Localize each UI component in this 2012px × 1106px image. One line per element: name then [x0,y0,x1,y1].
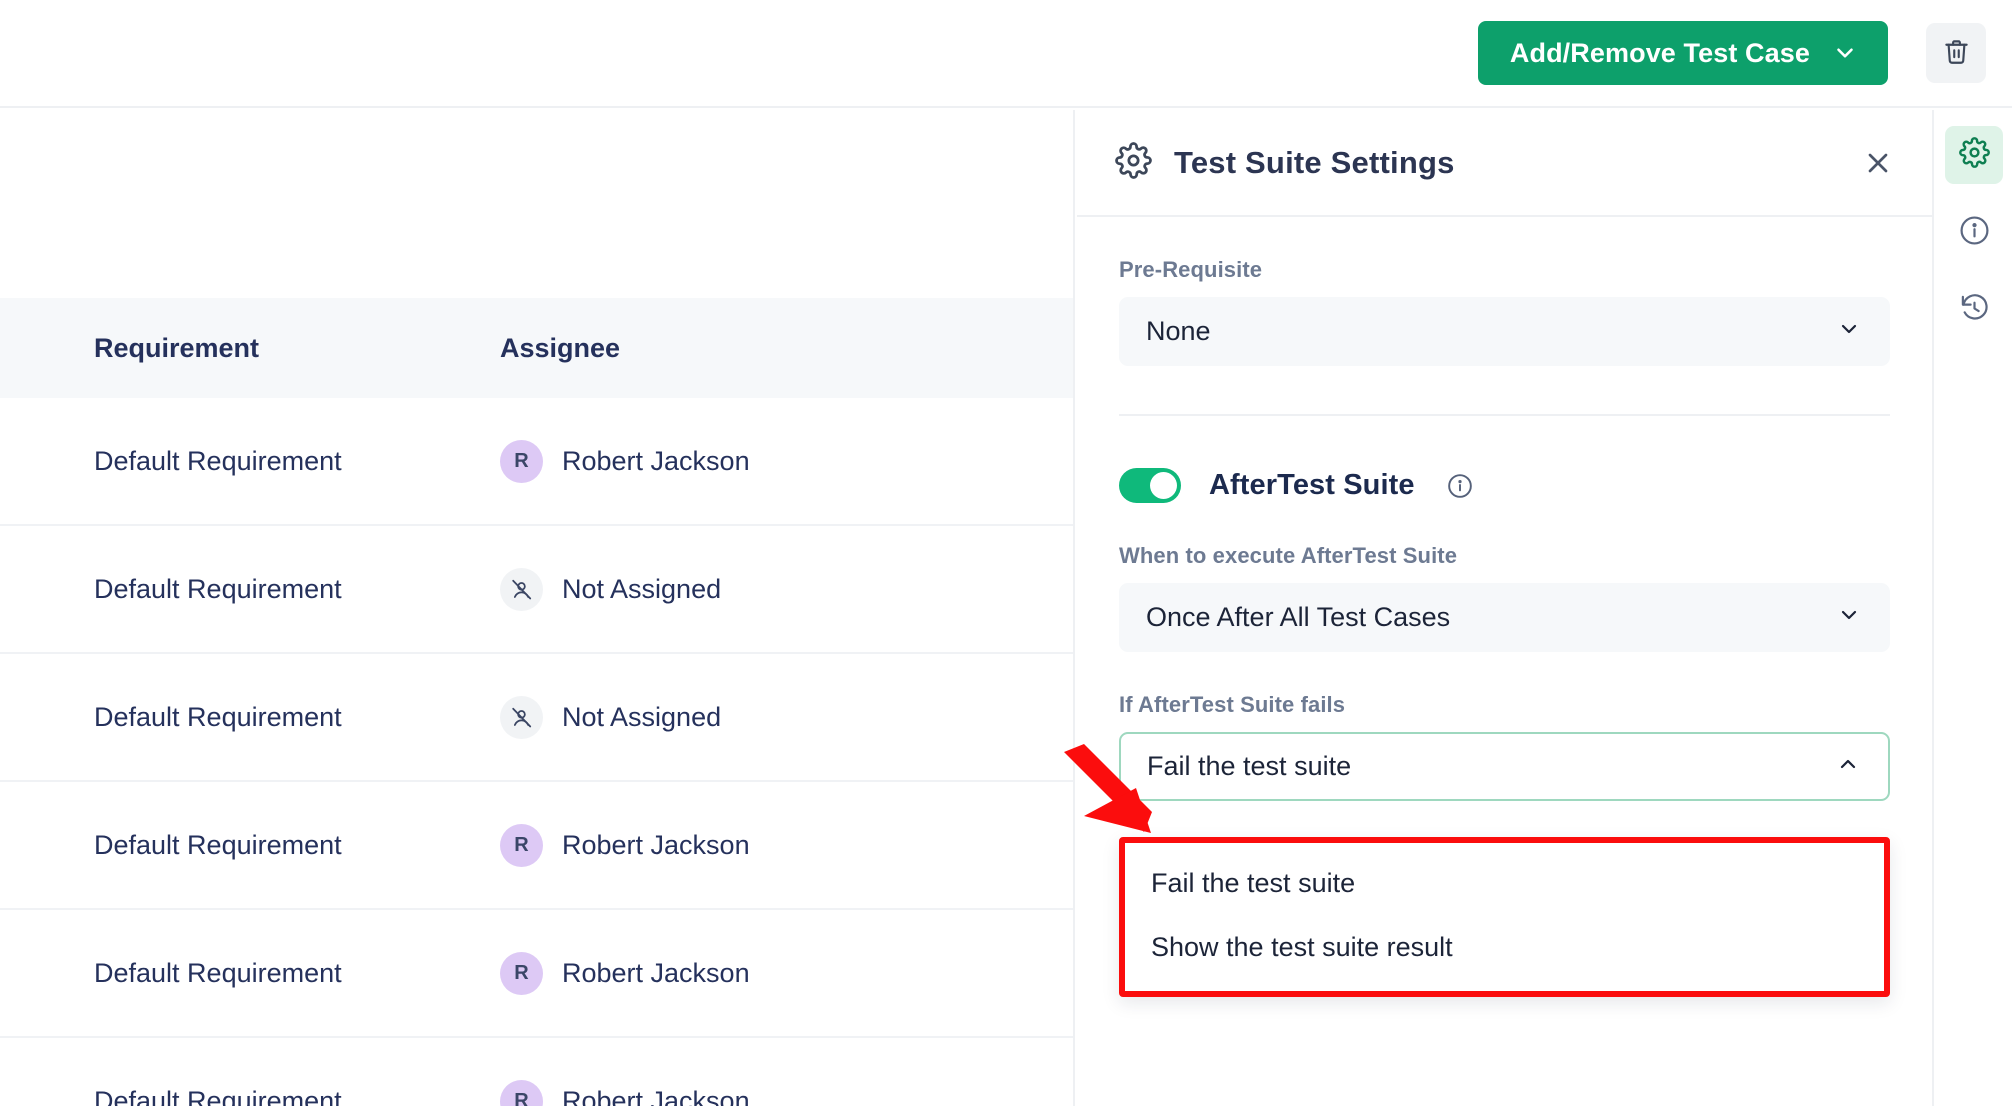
cell-requirement: Default Requirement [94,701,342,732]
prerequisite-group: Pre-Requisite None [1119,257,1890,366]
when-to-execute-label: When to execute AfterTest Suite [1119,543,1458,568]
chevron-up-icon [1836,752,1860,781]
when-to-execute-select[interactable]: Once After All Test Cases [1119,583,1890,652]
cell-assignee: Not Assigned [500,695,1073,739]
when-to-execute-value: Once After All Test Cases [1146,602,1451,632]
add-remove-test-case-button[interactable]: Add/Remove Test Case [1477,21,1888,85]
cell-requirement: Default Requirement [94,829,342,860]
gear-icon [1115,141,1152,184]
info-icon[interactable] [1447,473,1473,499]
assignee-name: Not Assigned [562,573,722,604]
table-row[interactable]: Default Requirement R Robert Jackson [0,910,1073,1038]
if-fails-value: Fail the test suite [1147,751,1352,781]
aftertest-suite-toggle[interactable] [1119,468,1181,503]
avatar: R [500,439,543,483]
rail-item-settings[interactable] [1945,126,2003,184]
gear-icon [1958,137,1990,173]
if-fails-group: If AfterTest Suite fails Fail the test s… [1119,692,1890,997]
user-slash-icon [500,695,543,739]
cell-assignee: R Robert Jackson [500,823,1073,867]
if-fails-option[interactable]: Fail the test suite [1125,851,1884,915]
delete-button[interactable] [1926,23,1986,83]
section-divider [1119,414,1890,416]
when-to-execute-group: When to execute AfterTest Suite Once Aft… [1119,543,1890,652]
chevron-down-icon [1837,603,1861,632]
cell-assignee: R Robert Jackson [500,951,1073,995]
table-row[interactable]: Default Requirement Not Assigned [0,654,1073,782]
column-header-assignee: Assignee [500,332,621,363]
cell-requirement: Default Requirement [94,445,342,476]
table-body: Default Requirement R Robert Jackson Defaul… [0,398,1073,1106]
table-row[interactable]: Default Requirement R Robert Jackson [0,782,1073,910]
column-header-requirement: Requirement [94,332,260,363]
assignee-name: Robert Jackson [562,829,750,860]
aftertest-toggle-row: AfterTest Suite [1119,468,1890,503]
rail-item-info[interactable] [1945,204,2003,262]
close-icon[interactable] [1862,147,1894,179]
info-circle-icon [1959,215,1990,251]
requirements-table-pane: Requirement Assignee Default Requirement… [0,110,1075,1106]
assignee-name: Robert Jackson [562,1085,750,1106]
table-top-spacer [0,110,1073,298]
panel-header: Test Suite Settings [1077,110,1932,217]
panel-title: Test Suite Settings [1174,144,1455,180]
rail-item-history[interactable] [1945,282,2003,340]
assignee-name: Robert Jackson [562,445,750,476]
table-header-row: Requirement Assignee [0,298,1073,398]
cell-requirement: Default Requirement [94,957,342,988]
avatar: R [500,823,543,867]
cell-requirement: Default Requirement [94,573,342,604]
cell-requirement: Default Requirement [94,1085,342,1106]
table-row[interactable]: Default Requirement Not Assigned [0,526,1073,654]
assignee-name: Not Assigned [562,701,722,732]
app-root: Add/Remove Test Case Requirement Assigne… [0,0,2012,1106]
if-fails-option[interactable]: Show the test suite result [1125,915,1884,979]
if-fails-select[interactable]: Fail the test suite [1119,732,1890,801]
prerequisite-value: None [1146,316,1211,346]
prerequisite-select[interactable]: None [1119,297,1890,366]
add-remove-test-case-label: Add/Remove Test Case [1509,37,1810,68]
panel-body: Pre-Requisite None AfterTest Suite When … [1077,217,1932,997]
trash-icon [1943,38,1970,68]
if-fails-dropdown-menu: Fail the test suite Show the test suite r… [1119,837,1890,997]
test-suite-settings-panel: Test Suite Settings Pre-Requisite None A… [1077,110,1934,1106]
right-icon-rail [1936,110,2012,1106]
avatar: R [500,951,543,995]
table-row[interactable]: Default Requirement R Robert Jackson [0,398,1073,526]
toggle-knob [1150,472,1177,499]
user-slash-icon [500,567,543,611]
chevron-down-icon [1837,317,1861,346]
prerequisite-label: Pre-Requisite [1119,257,1263,282]
table-row[interactable]: Default Requirement R Robert Jackson [0,1038,1073,1106]
cell-assignee: R Robert Jackson [500,439,1073,483]
assignee-name: Robert Jackson [562,957,750,988]
cell-assignee: R Robert Jackson [500,1079,1073,1106]
aftertest-suite-label: AfterTest Suite [1209,469,1415,501]
avatar: R [500,1079,543,1106]
history-icon [1959,293,1990,329]
chevron-down-icon [1832,40,1858,66]
if-fails-label: If AfterTest Suite fails [1119,692,1346,717]
cell-assignee: Not Assigned [500,567,1073,611]
top-toolbar: Add/Remove Test Case [0,0,2012,108]
